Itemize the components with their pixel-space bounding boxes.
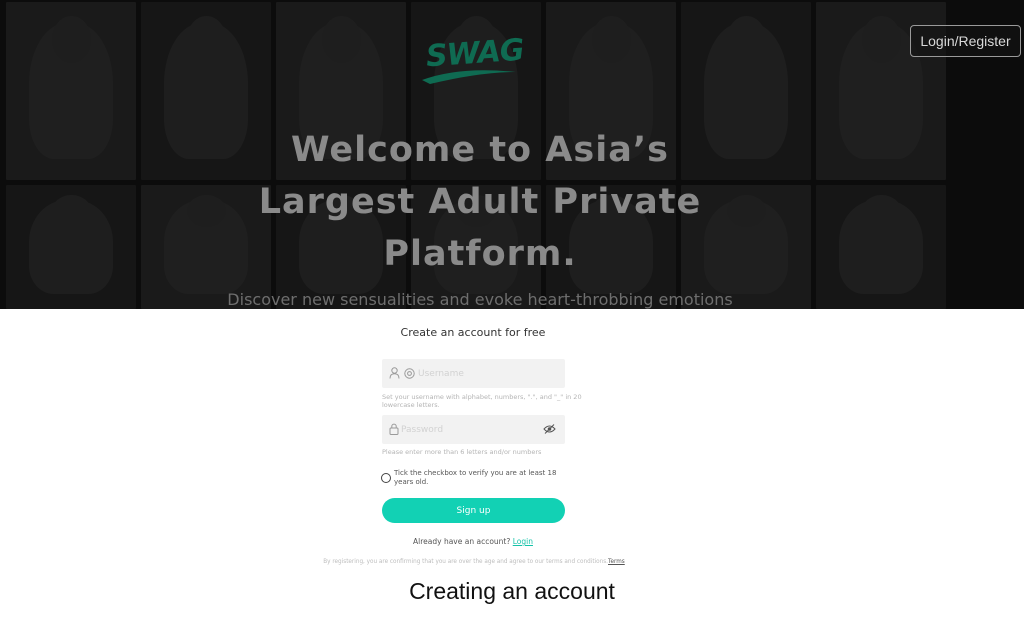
hero-title: Welcome to Asia’s Largest Adult Private … (200, 124, 760, 280)
username-field[interactable] (382, 359, 565, 388)
sign-up-button[interactable]: Sign up (382, 498, 565, 523)
screenshot-caption: Creating an account (409, 578, 615, 604)
have-account-text: Already have an account? (413, 537, 511, 546)
age-checkbox[interactable] (381, 473, 391, 483)
terms-text: By registering, you are confirming that … (323, 559, 608, 565)
user-icon (387, 365, 401, 381)
username-hint: Set your username with alphabet, numbers… (382, 393, 582, 409)
login-link[interactable]: Login (513, 537, 533, 546)
age-checkbox-label: Tick the checkbox to verify you are at l… (394, 469, 557, 486)
password-hint: Please enter more than 6 letters and/or … (382, 448, 542, 456)
brand-logo[interactable]: SWAG (420, 33, 525, 86)
lock-icon (387, 421, 401, 437)
username-input[interactable] (418, 359, 558, 388)
eye-off-icon[interactable] (542, 421, 556, 437)
hero-title-line: Welcome to Asia’s (291, 130, 669, 170)
terms-link[interactable]: Terms (608, 559, 625, 565)
login-register-button[interactable]: Login/Register (910, 25, 1021, 57)
hero-subtitle: Discover new sensualities and evoke hear… (227, 290, 733, 309)
hero-title-line: Platform. (383, 234, 577, 274)
form-title: Create an account for free (400, 326, 546, 339)
terms-notice: By registering, you are confirming that … (254, 559, 694, 565)
logo-swoosh-icon (422, 70, 516, 84)
hero-title-line: Largest Adult Private (258, 182, 702, 222)
at-icon (402, 365, 416, 381)
password-input[interactable] (401, 415, 536, 444)
age-verification: Tick the checkbox to verify you are at l… (381, 468, 581, 490)
password-field[interactable] (382, 415, 565, 444)
hero-section: SWAG Login/Register Welcome to Asia’s La… (0, 0, 1024, 309)
have-account-line: Already have an account? Login (373, 537, 573, 546)
